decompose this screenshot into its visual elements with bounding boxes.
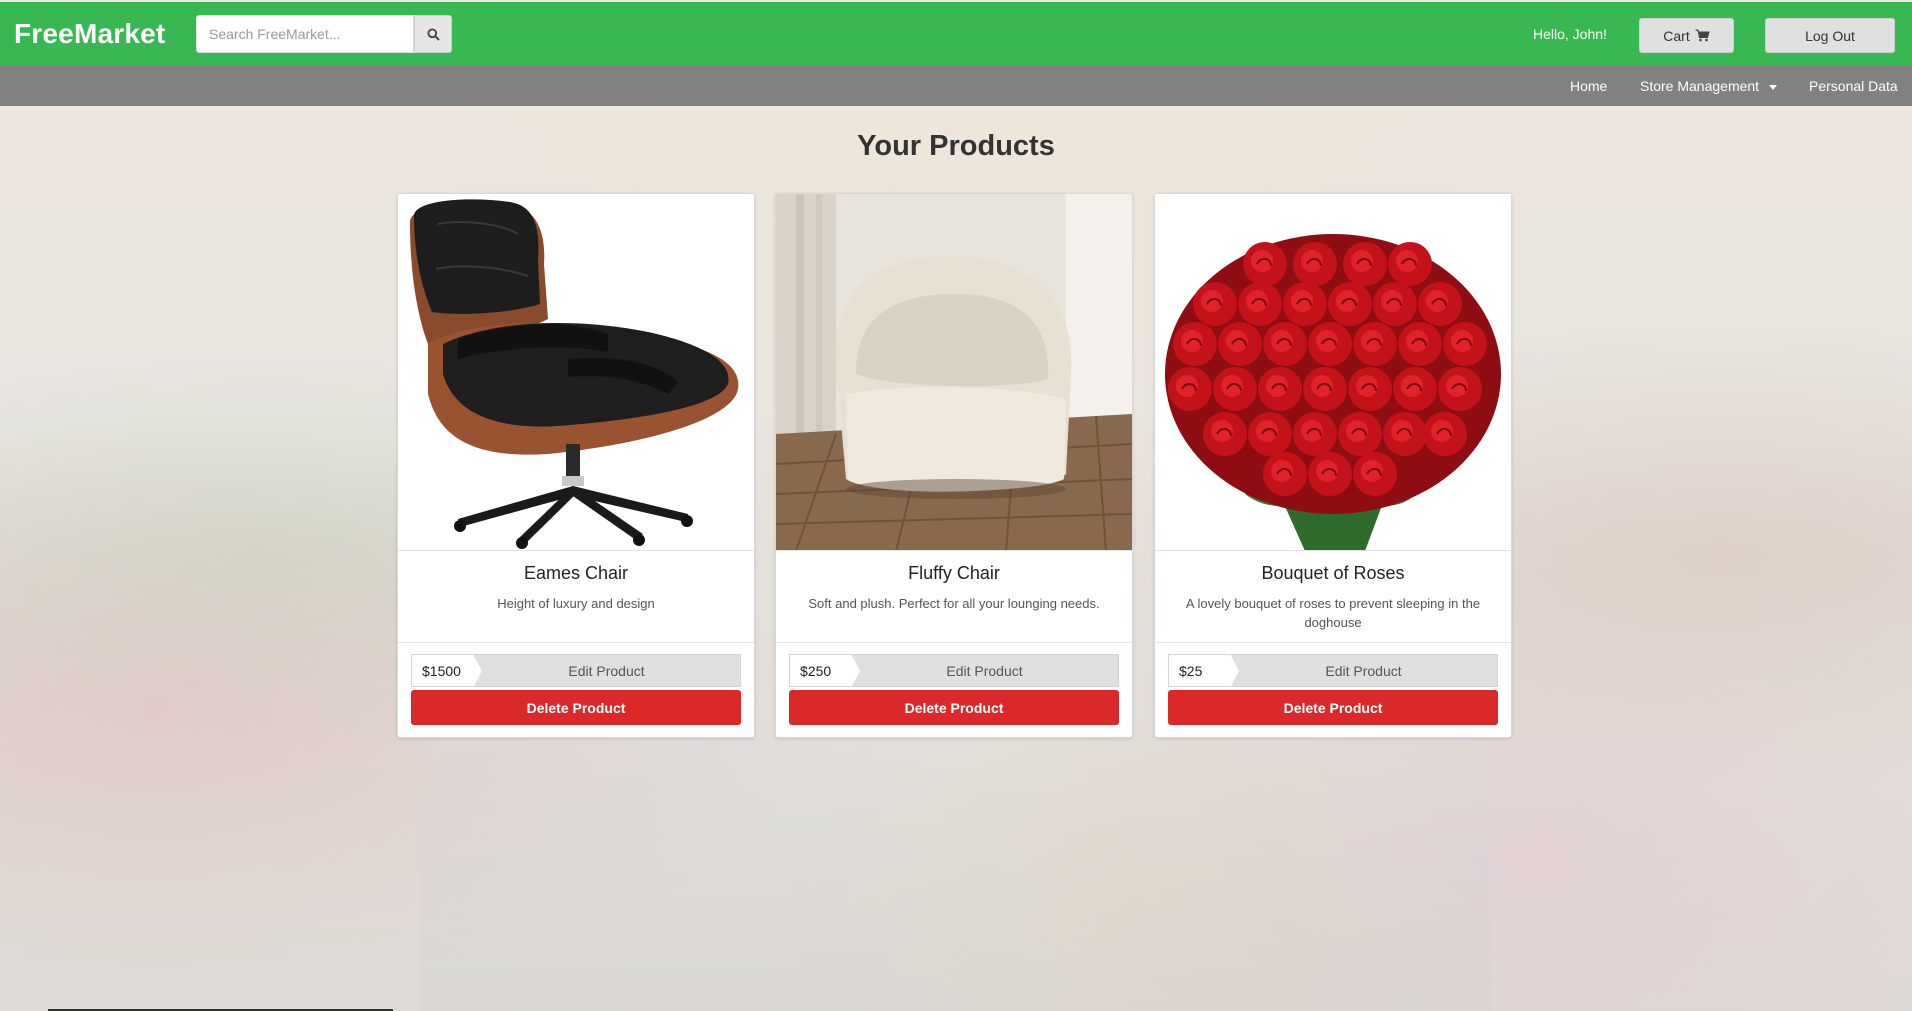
search-button[interactable] [414,15,452,53]
logout-button[interactable]: Log Out [1765,18,1895,53]
price-label: $250 [789,654,860,688]
price-label: $25 [1168,654,1239,688]
product-actions: $25 Edit Product Delete Product [1155,643,1511,725]
nav-home[interactable]: Home [1570,78,1607,94]
eames-chair-image [409,199,739,549]
nav-personal-data[interactable]: Personal Data [1809,78,1898,94]
fluffy-chair-image [776,194,1132,550]
product-info: Bouquet of Roses A lovely bouquet of ros… [1155,551,1511,643]
product-name: Fluffy Chair [908,563,1000,583]
product-card: Eames Chair Height of luxury and design … [397,193,755,738]
product-image [1155,194,1511,551]
delete-product-button[interactable]: Delete Product [411,690,741,725]
cart-label: Cart [1663,27,1690,44]
product-name: Bouquet of Roses [1261,563,1405,583]
product-info: Fluffy Chair Soft and plush. Perfect for… [776,551,1132,643]
product-description: A lovely bouquet of roses to prevent sle… [1185,596,1481,630]
user-greeting: Hello, John! [1533,26,1607,42]
price-edit-row: $250 Edit Product [789,654,1119,688]
product-card: Bouquet of Roses A lovely bouquet of ros… [1154,193,1512,738]
product-image [398,194,754,551]
product-description: Soft and plush. Perfect for all your lou… [808,596,1100,611]
nav-store-management[interactable]: Store Management [1640,78,1778,94]
price-edit-row: $1500 Edit Product [411,654,741,688]
cart-icon [1695,29,1710,42]
search-box [196,15,452,53]
price-label: $1500 [411,654,482,688]
product-card: Fluffy Chair Soft and plush. Perfect for… [775,193,1133,738]
product-name: Eames Chair [523,563,629,583]
delete-product-button[interactable]: Delete Product [789,690,1119,725]
search-input[interactable] [196,15,414,53]
product-info: Eames Chair Height of luxury and design [398,551,754,643]
page-title: Your Products [857,130,1055,162]
secondary-nav: Home Store Management Personal Data [0,66,1912,106]
top-navbar: FreeMarket Hello, John! Cart Log Out [0,2,1912,66]
bouquet-of-roses-image [1165,234,1501,550]
price-edit-row: $25 Edit Product [1168,654,1498,688]
product-description: Height of luxury and design [497,596,655,611]
edit-product-button[interactable]: Edit Product [473,654,741,687]
product-actions: $1500 Edit Product Delete Product [398,643,754,725]
search-icon [427,28,440,41]
brand-logo[interactable]: FreeMarket [14,18,165,50]
delete-product-button[interactable]: Delete Product [1168,690,1498,725]
edit-product-button[interactable]: Edit Product [851,654,1119,687]
product-image [776,194,1132,551]
cart-button[interactable]: Cart [1639,18,1734,53]
product-actions: $250 Edit Product Delete Product [776,643,1132,725]
nav-store-management-label: Store Management [1640,78,1760,94]
edit-product-button[interactable]: Edit Product [1230,654,1498,687]
caret-down-icon [1769,84,1778,90]
